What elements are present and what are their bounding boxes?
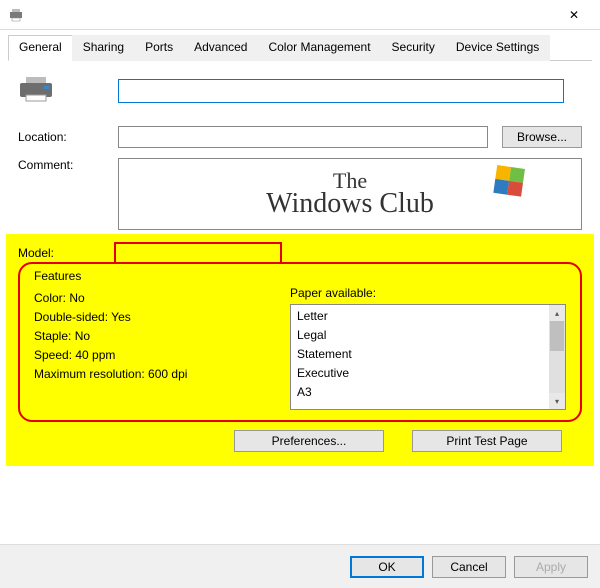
model-row: Model: (18, 234, 582, 264)
printer-icon (18, 75, 54, 106)
feature-speed: Speed: 40 ppm (34, 348, 274, 362)
feature-resolution: Maximum resolution: 600 dpi (34, 367, 274, 381)
features-right: Paper available: Letter Legal Statement … (290, 286, 566, 410)
close-icon: ✕ (569, 8, 579, 22)
scroll-track[interactable] (549, 321, 565, 393)
list-item[interactable]: Letter (297, 307, 543, 326)
model-label: Model: (18, 246, 114, 260)
paper-list-items: Letter Legal Statement Executive A3 (291, 305, 549, 409)
printer-icon-small (8, 7, 24, 23)
features-title: Features (34, 269, 566, 283)
printer-name-input[interactable] (118, 79, 564, 103)
browse-button[interactable]: Browse... (502, 126, 582, 148)
tab-sharing[interactable]: Sharing (72, 35, 135, 61)
features-groupbox: Features Color: No Double-sided: Yes Sta… (18, 262, 582, 422)
preferences-button[interactable]: Preferences... (234, 430, 384, 452)
tab-strip: General Sharing Ports Advanced Color Man… (8, 34, 592, 61)
comment-label: Comment: (18, 158, 118, 172)
location-input[interactable] (118, 126, 488, 148)
tab-advanced[interactable]: Advanced (183, 35, 258, 61)
scrollbar[interactable]: ▴ ▾ (549, 305, 565, 409)
feature-double-sided: Double-sided: Yes (34, 310, 274, 324)
highlighted-region: Model: Features Color: No Double-sided: … (6, 234, 594, 466)
location-row: Location: Browse... (18, 126, 582, 148)
apply-button[interactable]: Apply (514, 556, 588, 578)
logo-icon (493, 165, 527, 199)
general-panel: Location: Browse... Comment: The Windows… (0, 61, 600, 230)
cancel-button[interactable]: Cancel (432, 556, 506, 578)
ok-button[interactable]: OK (350, 556, 424, 578)
scroll-up-icon[interactable]: ▴ (549, 305, 565, 321)
scroll-down-icon[interactable]: ▾ (549, 393, 565, 409)
scroll-thumb[interactable] (550, 321, 564, 351)
tab-general[interactable]: General (8, 35, 73, 61)
paper-list[interactable]: Letter Legal Statement Executive A3 ▴ ▾ (290, 304, 566, 410)
print-test-page-button[interactable]: Print Test Page (412, 430, 562, 452)
printer-icon-wrap (18, 75, 118, 106)
titlebar: ✕ (0, 0, 600, 30)
location-label: Location: (18, 130, 118, 144)
watermark-text: wsxdn.com (270, 524, 330, 536)
feature-color: Color: No (34, 291, 274, 305)
list-item[interactable]: A3 (297, 383, 543, 402)
list-item[interactable]: Executive (297, 364, 543, 383)
list-item[interactable]: Legal (297, 326, 543, 345)
tab-ports[interactable]: Ports (134, 35, 184, 61)
tab-color-management[interactable]: Color Management (257, 35, 381, 61)
paper-available-label: Paper available: (290, 286, 566, 300)
model-value-box (114, 242, 282, 264)
comment-row: Comment: The Windows Club (18, 158, 582, 230)
tab-security[interactable]: Security (381, 35, 446, 61)
close-button[interactable]: ✕ (552, 1, 596, 29)
feature-staple: Staple: No (34, 329, 274, 343)
list-item[interactable]: Statement (297, 345, 543, 364)
comment-input[interactable]: The Windows Club (118, 158, 582, 230)
tab-device-settings[interactable]: Device Settings (445, 35, 550, 61)
features-left: Color: No Double-sided: Yes Staple: No S… (34, 286, 274, 410)
preferences-row: Preferences... Print Test Page (18, 422, 582, 452)
logo-text-line2: Windows Club (266, 188, 434, 220)
dialog-button-bar: OK Cancel Apply (0, 544, 600, 588)
printer-name-row (18, 75, 582, 106)
